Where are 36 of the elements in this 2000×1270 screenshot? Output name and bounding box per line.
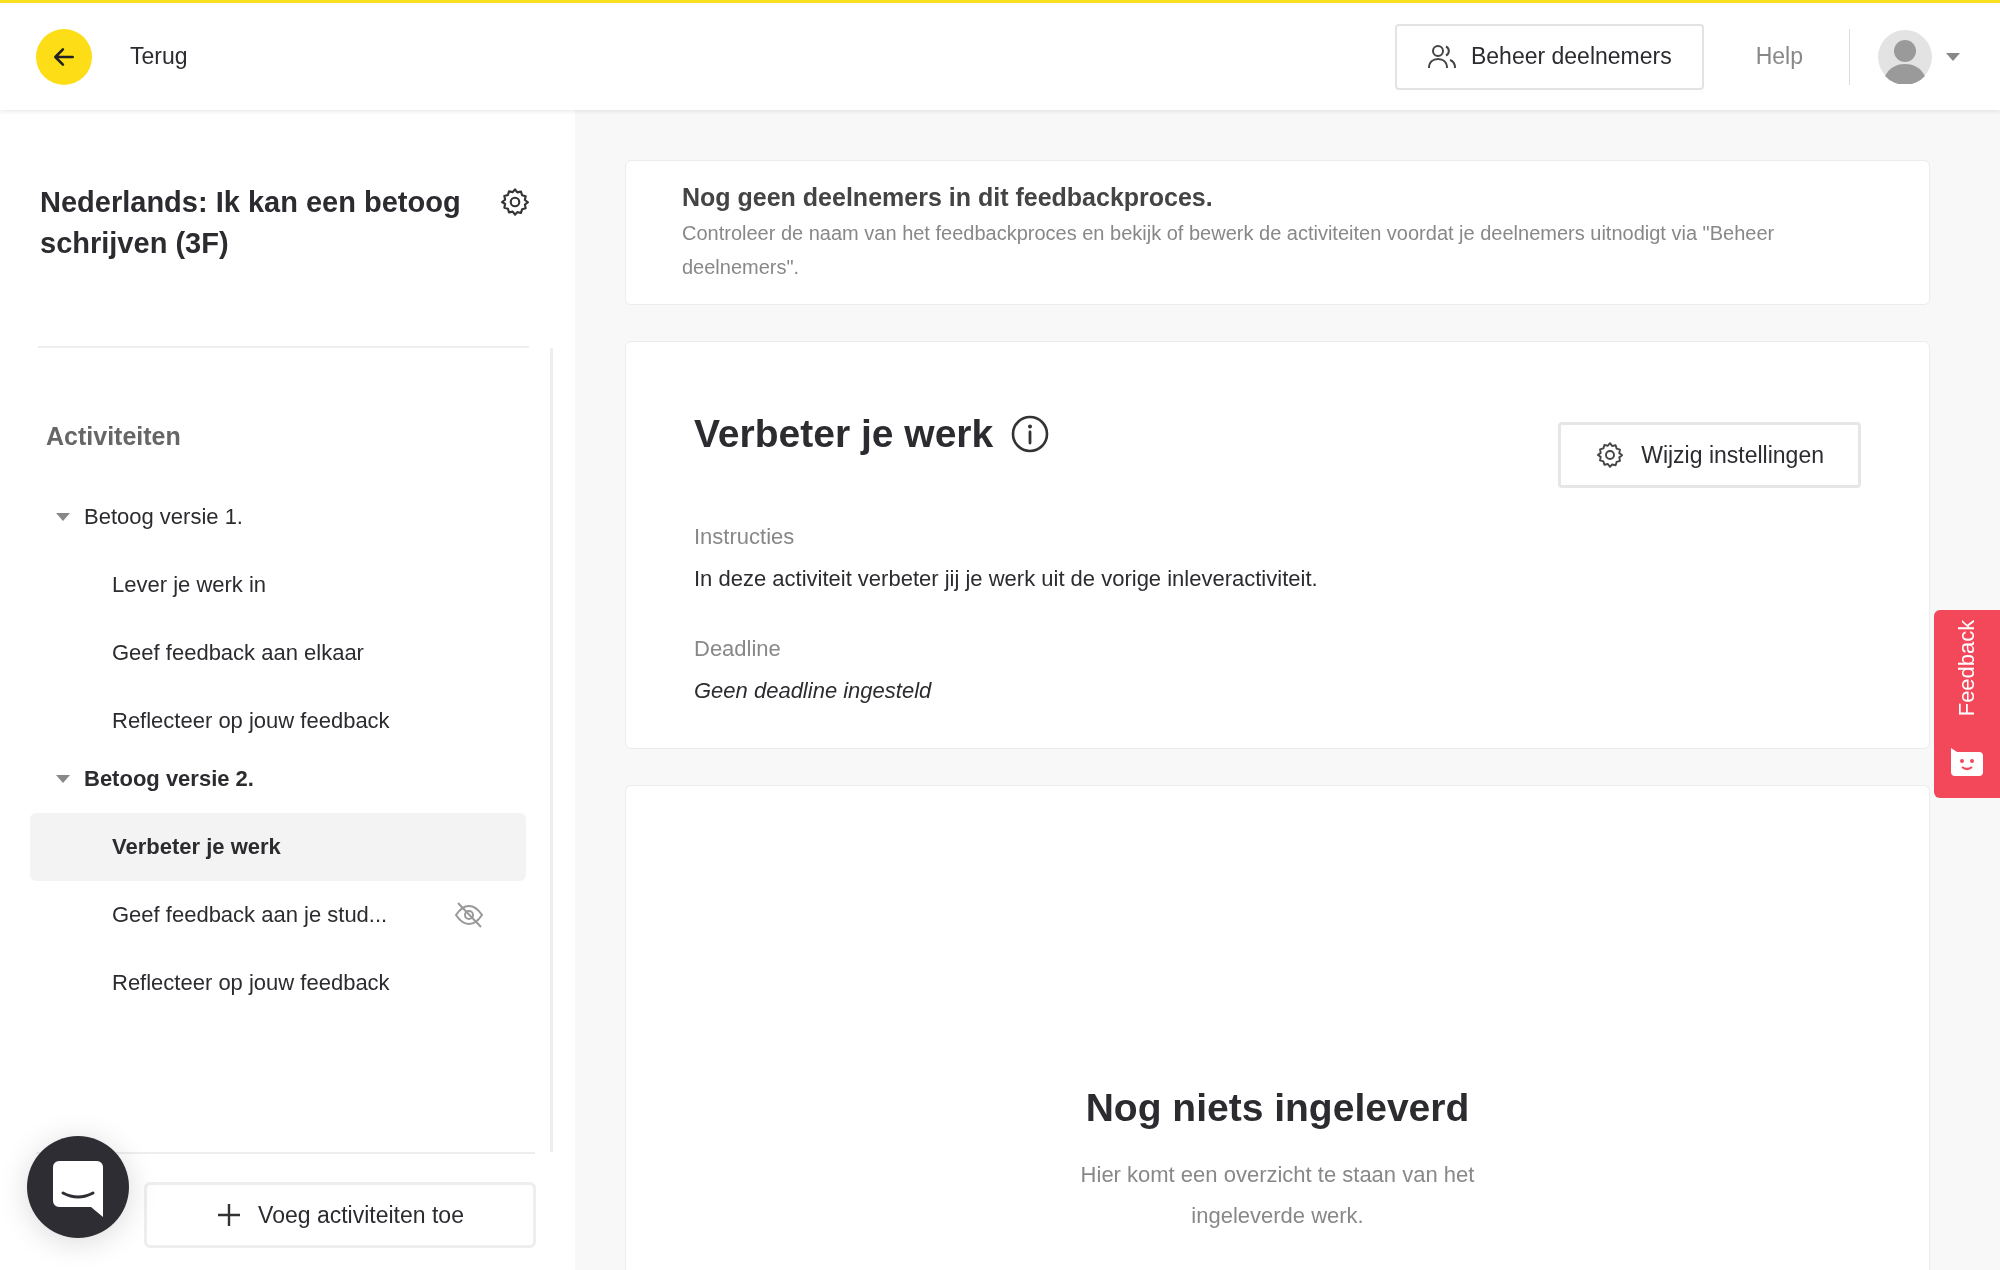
manage-participants-button[interactable]: Beheer deelnemers	[1394, 23, 1704, 90]
empty-state-text: Hier komt een overzicht te staan van het ingeleverde werk.	[1079, 1161, 1476, 1230]
activity-item[interactable]: Reflecteer op jouw feedback	[30, 949, 526, 1017]
feedback-tab[interactable]: Feedback	[1934, 610, 2000, 798]
caret-icon	[1946, 52, 1960, 61]
caret-icon	[56, 513, 70, 521]
plus-icon	[216, 1202, 243, 1228]
back-link[interactable]: Terug	[130, 43, 188, 70]
activity-item[interactable]: Verbeter je werk	[30, 813, 526, 881]
process-title: Nederlands: Ik kan een betoog schrijven (3F)	[40, 185, 462, 261]
section-heading: Activiteiten	[46, 422, 182, 451]
change-settings-button[interactable]: Wijzig instellingen	[1558, 422, 1861, 488]
chat-bubble-icon	[53, 1161, 103, 1217]
settings-icon	[1595, 440, 1626, 470]
smiley-bubble-icon	[1951, 748, 1983, 776]
caret-icon	[56, 775, 70, 783]
activity-item[interactable]: Geef feedback aan elkaar	[30, 619, 526, 687]
deadline-label: Deadline	[694, 636, 782, 662]
activity-item[interactable]: Lever je werk in	[30, 551, 526, 619]
empty-state-title: Nog niets ingeleverd	[1085, 1086, 1470, 1130]
notice-title: Nog geen deelnemers in dit feedbackproces.	[682, 183, 1214, 212]
help-link[interactable]: Help	[1755, 43, 1803, 70]
info-icon[interactable]	[1011, 415, 1050, 453]
activity-title: Verbeter je werk	[694, 412, 994, 456]
instructions-text: In deze activiteit verbeter jij je werk uit de vorige inleveractiviteit.	[694, 566, 1319, 592]
instructions-label: Instructies	[694, 524, 796, 550]
people-icon	[1426, 42, 1457, 71]
notice-text: Controleer de naam van het feedbackproces en bekijk of bewerk de activiteiten voordat je deelnemers uitnodigt via "Beheer deelnemers".	[682, 221, 1776, 280]
activity-item[interactable]: Geef feedback aan je stud...	[30, 881, 526, 949]
account-menu-button[interactable]	[1878, 29, 1960, 84]
deadline-text: Geen deadline ingesteld	[694, 678, 933, 704]
group-toggle[interactable]: Betoog versie 1.	[30, 483, 550, 551]
avatar-icon	[1878, 29, 1932, 84]
add-activities-button[interactable]: Voeg activiteiten toe	[144, 1182, 536, 1248]
settings-icon[interactable]	[499, 186, 531, 218]
eye-off-icon	[454, 902, 484, 928]
